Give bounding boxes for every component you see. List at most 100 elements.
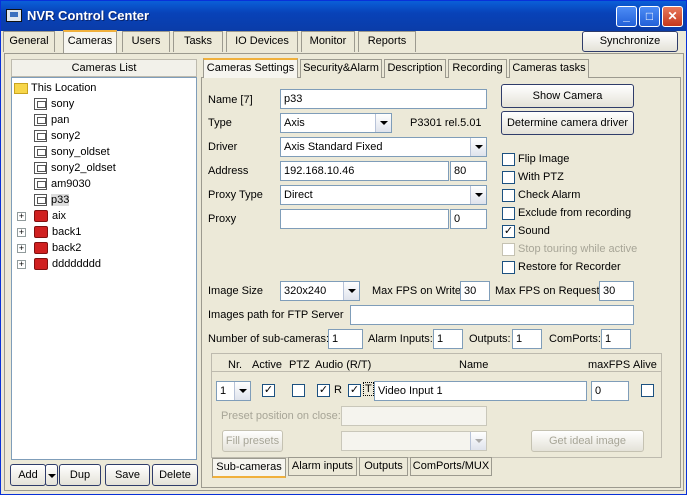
tab-sub-cameras[interactable]: Sub-cameras (212, 458, 286, 478)
camera-item-p33[interactable]: p33 (34, 192, 70, 208)
with-ptz-label: With PTZ (518, 171, 564, 183)
stop-touring-checkbox[interactable] (502, 243, 515, 256)
tree-root[interactable]: This Location (14, 80, 96, 96)
camera-group-icon (34, 210, 48, 223)
outputs-input[interactable]: 1 (512, 329, 542, 349)
show-camera-button[interactable]: Show Camera (501, 84, 634, 108)
sound-label: Sound (518, 225, 550, 237)
camera-icon (34, 130, 47, 143)
proxy-port-input[interactable]: 0 (450, 209, 487, 229)
group-label: back2 (52, 242, 82, 254)
with-ptz-checkbox[interactable] (502, 171, 515, 184)
determine-driver-button[interactable]: Determine camera driver (501, 111, 634, 135)
group-item-back2[interactable]: back2 (34, 240, 81, 256)
tab-description[interactable]: Description (384, 59, 446, 78)
subcam-audio-t-checkbox[interactable]: ✓ (348, 384, 361, 397)
add-button[interactable]: Add (10, 464, 46, 486)
expand-icon[interactable]: + (17, 244, 26, 253)
subcam-name-input[interactable]: Video Input 1 (374, 381, 587, 401)
expand-icon[interactable]: + (17, 260, 26, 269)
col-active-header: Active (252, 359, 282, 371)
comports-input[interactable]: 1 (601, 329, 631, 349)
tab-reports[interactable]: Reports (358, 31, 416, 52)
folder-icon (14, 82, 28, 94)
fill-presets-button[interactable]: Fill presets (222, 430, 283, 452)
preset-position-input[interactable] (341, 406, 487, 426)
camera-item-sony-oldset[interactable]: sony_oldset (34, 144, 110, 160)
group-item-back1[interactable]: back1 (34, 224, 81, 240)
subcam-audio-r-checkbox[interactable]: ✓ (317, 384, 330, 397)
tab-outputs[interactable]: Outputs (359, 457, 408, 476)
tab-general[interactable]: General (3, 31, 55, 52)
name-input[interactable]: p33 (280, 89, 487, 109)
subcam-nr-select[interactable]: 1 (216, 381, 251, 401)
camera-item-sony[interactable]: sony (34, 96, 74, 112)
tab-monitor[interactable]: Monitor (301, 31, 355, 52)
audio-t-letter: T (363, 382, 374, 396)
subcam-active-checkbox[interactable]: ✓ (262, 384, 275, 397)
camera-label: am9030 (51, 178, 91, 190)
tab-io-devices[interactable]: IO Devices (226, 31, 298, 52)
ftp-path-input[interactable] (350, 305, 634, 325)
flip-image-checkbox[interactable] (502, 153, 515, 166)
synchronize-button[interactable]: Synchronize (582, 31, 678, 52)
chevron-down-icon (234, 382, 250, 400)
camera-item-sony2-oldset[interactable]: sony2_oldset (34, 160, 116, 176)
port-input[interactable]: 80 (450, 161, 487, 181)
group-label: dddddddd (52, 258, 101, 270)
subcam-alive-checkbox[interactable] (641, 384, 654, 397)
camera-item-pan[interactable]: pan (34, 112, 69, 128)
check-alarm-checkbox[interactable] (502, 189, 515, 202)
expand-icon[interactable]: + (17, 228, 26, 237)
exclude-recording-label: Exclude from recording (518, 207, 632, 219)
alarm-inputs-input[interactable]: 1 (433, 329, 463, 349)
col-name-header: Name (459, 359, 489, 371)
restore-recorder-label: Restore for Recorder (518, 261, 621, 273)
save-button[interactable]: Save (105, 464, 150, 486)
title-bar[interactable]: NVR Control Center _ □ ✕ (1, 1, 686, 31)
subcam-maxfps-input[interactable]: 0 (591, 381, 629, 401)
subcams-input[interactable]: 1 (328, 329, 363, 349)
minimize-button[interactable]: _ (616, 6, 637, 27)
get-ideal-image-button[interactable]: Get ideal image (531, 430, 644, 452)
preset-select[interactable] (341, 431, 487, 451)
proxy-type-select[interactable]: Direct (280, 185, 487, 205)
sound-checkbox[interactable]: ✓ (502, 225, 515, 238)
cameras-tree[interactable]: This Location sony pan sony2 sony_oldset… (11, 77, 197, 460)
maximize-button[interactable]: □ (639, 6, 660, 27)
type-select[interactable]: Axis (280, 113, 392, 133)
camera-group-icon (34, 258, 48, 271)
tab-cameras[interactable]: Cameras (63, 30, 117, 53)
delete-button[interactable]: Delete (152, 464, 198, 486)
address-input[interactable]: 192.168.10.46 (280, 161, 449, 181)
tree-root-label: This Location (31, 82, 97, 94)
proxy-input[interactable] (280, 209, 449, 229)
tab-cameras-settings[interactable]: Cameras Settings (203, 58, 298, 78)
restore-recorder-checkbox[interactable] (502, 261, 515, 274)
camera-item-sony2[interactable]: sony2 (34, 128, 80, 144)
tab-users[interactable]: Users (122, 31, 170, 52)
chevron-down-icon (470, 186, 486, 204)
subcam-ptz-checkbox[interactable] (292, 384, 305, 397)
tab-security-alarm[interactable]: Security&Alarm (300, 59, 382, 78)
cameras-list-header: Cameras List (11, 59, 197, 77)
group-item-dddddddd[interactable]: dddddddd (34, 256, 101, 272)
exclude-recording-checkbox[interactable] (502, 207, 515, 220)
max-fps-request-input[interactable]: 30 (599, 281, 634, 301)
dup-button[interactable]: Dup (59, 464, 101, 486)
close-button[interactable]: ✕ (662, 6, 683, 27)
camera-item-am9030[interactable]: am9030 (34, 176, 91, 192)
tab-cameras-tasks[interactable]: Cameras tasks (509, 59, 589, 78)
max-fps-write-input[interactable]: 30 (460, 281, 490, 301)
tab-alarm-inputs[interactable]: Alarm inputs (288, 457, 357, 476)
image-size-select[interactable]: 320x240 (280, 281, 360, 301)
camera-label: sony_oldset (51, 146, 110, 158)
tab-recording[interactable]: Recording (448, 59, 507, 78)
expand-icon[interactable]: + (17, 212, 26, 221)
driver-select[interactable]: Axis Standard Fixed (280, 137, 487, 157)
tab-tasks[interactable]: Tasks (173, 31, 223, 52)
tab-comports-mux[interactable]: ComPorts/MUX (410, 457, 492, 476)
group-item-aix[interactable]: aix (34, 208, 66, 224)
add-dropdown-button[interactable] (45, 464, 58, 486)
flip-image-label: Flip Image (518, 153, 570, 165)
